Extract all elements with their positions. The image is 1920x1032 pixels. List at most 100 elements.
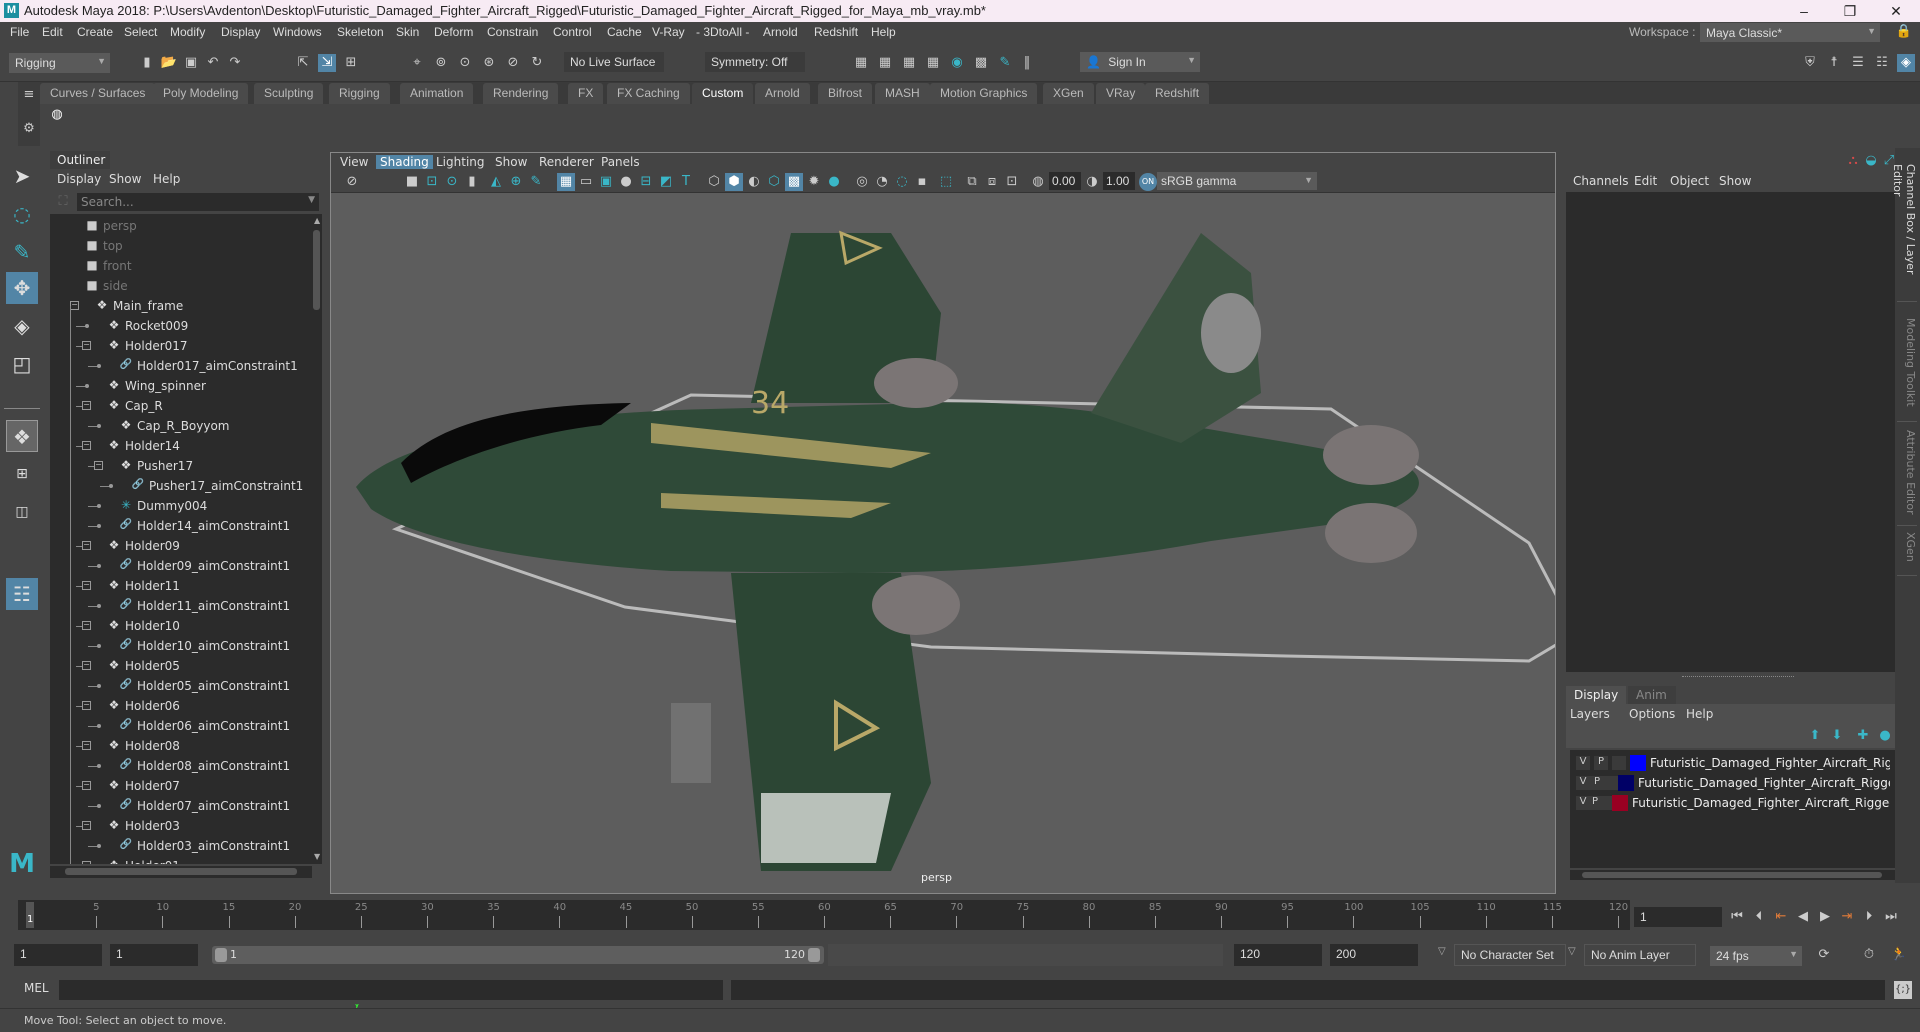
grease-pencil-icon[interactable]: ✎ bbox=[527, 173, 545, 191]
render-view-icon[interactable]: ▩ bbox=[972, 54, 990, 72]
outliner-item[interactable]: 🔗 Pusher17_aimConstraint1 bbox=[50, 476, 310, 496]
mel-label[interactable]: MEL bbox=[24, 981, 49, 995]
layer-visibility-toggle[interactable]: V bbox=[1576, 776, 1590, 790]
outliner-menu-help[interactable]: Help bbox=[153, 172, 180, 186]
outliner-menu-display[interactable]: Display bbox=[57, 172, 101, 186]
script-editor-icon[interactable]: {;} bbox=[1894, 981, 1912, 999]
sign-in-button[interactable]: 👤 Sign In ▼ bbox=[1080, 52, 1200, 72]
menu-select[interactable]: Select bbox=[124, 25, 157, 39]
menu-edit[interactable]: Edit bbox=[42, 25, 63, 39]
outliner-item[interactable]: ■ persp bbox=[50, 216, 310, 236]
step-back-key-icon[interactable]: ⇤ bbox=[1772, 908, 1790, 926]
collapse-toggle-icon[interactable]: − bbox=[82, 621, 91, 630]
layer-color-swatch[interactable] bbox=[1630, 755, 1646, 771]
shelf-tab-fx[interactable]: FX bbox=[568, 83, 604, 104]
single-perspective-layout-icon[interactable]: ❖ bbox=[6, 420, 38, 452]
outliner-item[interactable]: 🔗 Holder10_aimConstraint1 bbox=[50, 636, 310, 656]
smooth-shade-icon[interactable]: ⬢ bbox=[725, 173, 743, 191]
move-tool-icon[interactable]: ✥ bbox=[6, 272, 38, 304]
minimize-button[interactable]: – bbox=[1781, 0, 1827, 22]
outliner-layout-icon[interactable]: ☷ bbox=[6, 578, 38, 610]
channelbox-menu-channels[interactable]: Channels bbox=[1573, 174, 1629, 188]
collapse-toggle-icon[interactable]: − bbox=[82, 701, 91, 710]
menu-file[interactable]: File bbox=[10, 25, 29, 39]
outliner-item[interactable]: − ❖ Main_frame bbox=[50, 296, 310, 316]
undo-icon[interactable]: ↶ bbox=[204, 54, 222, 72]
shadows-icon[interactable]: ● bbox=[825, 173, 843, 191]
channelbox-menu-edit[interactable]: Edit bbox=[1634, 174, 1657, 188]
layer-h-scrollbar[interactable] bbox=[1570, 870, 1895, 880]
sidetab-attribute-editor[interactable]: Attribute Editor bbox=[1897, 426, 1917, 526]
shelf-tab-animation[interactable]: Animation bbox=[400, 83, 474, 104]
select-tool-icon[interactable]: ➤ bbox=[6, 160, 38, 192]
close-button[interactable]: ✕ bbox=[1873, 0, 1919, 22]
menu-redshift[interactable]: Redshift bbox=[814, 25, 858, 39]
save-scene-icon[interactable]: ▣ bbox=[182, 54, 200, 72]
textured-icon[interactable]: ▩ bbox=[785, 173, 803, 191]
shelf-settings-icon[interactable]: ⚙ bbox=[20, 120, 38, 138]
lock-icon[interactable]: 🔒 bbox=[1895, 23, 1913, 41]
xray-joints-icon[interactable]: ⧈ bbox=[983, 173, 1001, 191]
bookmark-icon[interactable]: ▮ bbox=[463, 173, 481, 191]
sidetab-channel-box[interactable]: Channel Box / Layer Editor bbox=[1891, 160, 1917, 302]
menu-cache[interactable]: Cache bbox=[607, 25, 642, 39]
film-gate-icon[interactable]: ▭ bbox=[577, 173, 595, 191]
isolate-select-icon[interactable]: ⬚ bbox=[937, 173, 955, 191]
viewport-menu-panels[interactable]: Panels bbox=[597, 155, 644, 169]
pause-icon[interactable]: ‖ bbox=[1018, 54, 1036, 72]
modeling-toolkit-icon[interactable]: ⛨ bbox=[1801, 54, 1819, 72]
outliner-item[interactable]: − ❖ Holder10 bbox=[50, 616, 310, 636]
menu-windows[interactable]: Windows bbox=[273, 25, 322, 39]
new-layer-from-selected-icon[interactable]: ● bbox=[1876, 727, 1894, 745]
layer-visibility-toggle[interactable]: V bbox=[1576, 756, 1590, 770]
auto-key-icon[interactable]: ⏱ bbox=[1860, 946, 1878, 964]
outliner-item[interactable]: − ❖ Holder11 bbox=[50, 576, 310, 596]
snap-vertex-icon[interactable]: ↻ bbox=[528, 54, 546, 72]
layers-menu-help[interactable]: Help bbox=[1686, 707, 1713, 721]
render-sequence-icon[interactable]: ▦ bbox=[876, 54, 894, 72]
default-material-icon[interactable]: ◐ bbox=[745, 173, 763, 191]
shelf-tab-xgen[interactable]: XGen bbox=[1043, 83, 1094, 104]
outliner-item[interactable]: 🔗 Holder14_aimConstraint1 bbox=[50, 516, 310, 536]
anti-aliasing-icon[interactable]: ◌ bbox=[893, 173, 911, 191]
outliner-item[interactable]: − ❖ Pusher17 bbox=[50, 456, 310, 476]
layers-tab-anim[interactable]: Anim bbox=[1628, 686, 1676, 704]
grid-icon[interactable]: ▦ bbox=[557, 173, 575, 191]
play-forward-icon[interactable]: ▶ bbox=[1816, 908, 1834, 926]
hypershade-icon[interactable]: ◉ bbox=[948, 54, 966, 72]
outliner-scrollbar[interactable]: ▲ ▼ bbox=[312, 214, 322, 864]
scroll-down-icon[interactable]: ▼ bbox=[314, 852, 320, 861]
shelf-tab-sculpting[interactable]: Sculpting bbox=[254, 83, 324, 104]
render-settings-icon[interactable]: ▦ bbox=[924, 54, 942, 72]
resolution-gate-icon[interactable]: ▣ bbox=[597, 173, 615, 191]
layer-reference-toggle[interactable] bbox=[1612, 756, 1626, 770]
outliner-item[interactable]: − ❖ Holder08 bbox=[50, 736, 310, 756]
playback-end-field[interactable]: 120 bbox=[1234, 944, 1322, 966]
viewport-menu-renderer[interactable]: Renderer bbox=[535, 155, 598, 169]
move-layer-down-icon[interactable]: ⬇ bbox=[1828, 727, 1846, 745]
shelf-tab-redshift[interactable]: Redshift bbox=[1145, 83, 1210, 104]
menu-create[interactable]: Create bbox=[77, 25, 113, 39]
step-back-frame-icon[interactable]: ⏴ bbox=[1750, 908, 1768, 926]
screen-space-ao-icon[interactable]: ◎ bbox=[853, 173, 871, 191]
outliner-item[interactable]: 🔗 Holder06_aimConstraint1 bbox=[50, 716, 310, 736]
anim-layer-dropdown[interactable]: No Anim Layer bbox=[1584, 944, 1696, 966]
outliner-menu-show[interactable]: Show bbox=[109, 172, 141, 186]
menu-deform[interactable]: Deform bbox=[434, 25, 473, 39]
outliner-item[interactable]: − ❖ Holder017 bbox=[50, 336, 310, 356]
viewport-menu-shading[interactable]: Shading bbox=[376, 155, 433, 169]
shelf-tab-motion-graphics[interactable]: Motion Graphics bbox=[930, 83, 1038, 104]
redo-icon[interactable]: ↷ bbox=[226, 54, 244, 72]
field-chart-icon[interactable]: ⊟ bbox=[637, 173, 655, 191]
viewport-menu-view[interactable]: View bbox=[336, 155, 372, 169]
collapse-toggle-icon[interactable]: − bbox=[82, 661, 91, 670]
go-to-start-icon[interactable]: ⏮ bbox=[1728, 908, 1746, 926]
menu-3dtoall[interactable]: - 3DtoAll - bbox=[696, 25, 749, 39]
menu-vray[interactable]: V-Ray bbox=[652, 25, 685, 39]
collapse-toggle-icon[interactable]: − bbox=[82, 401, 91, 410]
current-frame-field[interactable]: 1 bbox=[1634, 907, 1722, 927]
wireframe-on-shaded-icon[interactable]: ⬡ bbox=[765, 173, 783, 191]
menu-arnold[interactable]: Arnold bbox=[763, 25, 798, 39]
play-backward-icon[interactable]: ◀ bbox=[1794, 908, 1812, 926]
new-layer-icon[interactable]: ✚ bbox=[1854, 727, 1872, 745]
